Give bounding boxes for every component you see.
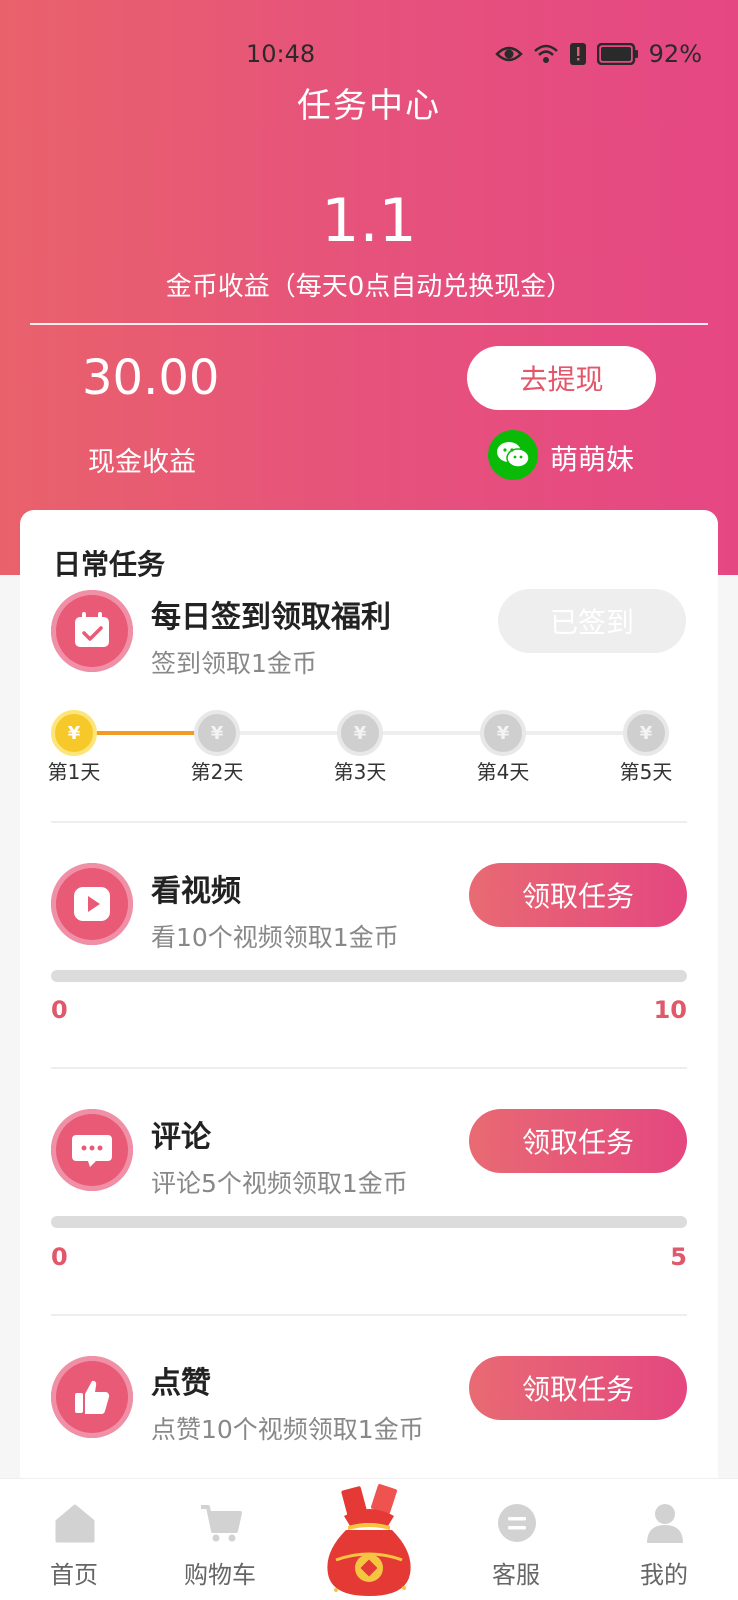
comment-task-desc: 评论5个视频领取1金币: [151, 1169, 408, 1198]
play-icon: [51, 863, 133, 945]
status-bar: 10:48 92%: [0, 36, 738, 72]
tab-cart[interactable]: 购物车: [160, 1479, 280, 1600]
wifi-icon: [533, 44, 558, 63]
comment-claim-button[interactable]: 领取任务: [469, 1109, 687, 1173]
thumbs-up-icon: [51, 1356, 133, 1438]
coin-icon-day-1: ¥: [51, 710, 97, 756]
page-title: 任务中心: [297, 86, 441, 126]
user-icon: [647, 1504, 683, 1543]
calendar-icon: [51, 590, 133, 672]
daily-tasks-card: 日常任务 每日签到领取福利 签到领取1金币 已签到 ¥ ¥ ¥ ¥ ¥ 第1天 …: [20, 510, 718, 1510]
separator: [51, 821, 687, 823]
cash-earnings-value: 30.00: [82, 350, 220, 406]
tab-customer-service[interactable]: 客服: [456, 1479, 576, 1600]
video-task-title: 看视频: [151, 874, 241, 909]
day-label-2: 第2天: [190, 760, 244, 784]
alert-icon: [569, 43, 586, 65]
wechat-icon: [488, 430, 538, 480]
day-label-3: 第3天: [333, 760, 387, 784]
like-task-title: 点赞: [151, 1366, 211, 1401]
coin-earnings-caption: 金币收益（每天0点自动兑换现金）: [165, 272, 573, 302]
tab-customer-service-label: 客服: [492, 1561, 540, 1589]
day-label-4: 第4天: [476, 760, 530, 784]
comment-progress-min: 0: [51, 1243, 68, 1271]
coin-icon-day-3: ¥: [337, 710, 383, 756]
red-envelope-bag-icon[interactable]: [314, 1482, 424, 1600]
checkin-title: 每日签到领取福利: [151, 600, 391, 635]
like-claim-button[interactable]: 领取任务: [469, 1356, 687, 1420]
tab-profile[interactable]: 我的: [604, 1479, 724, 1600]
tab-profile-label: 我的: [640, 1561, 688, 1589]
day-label-5: 第5天: [619, 760, 673, 784]
section-title: 日常任务: [53, 548, 166, 581]
withdraw-button[interactable]: 去提现: [467, 346, 656, 410]
battery-icon: [596, 43, 638, 65]
day-label-1: 第1天: [47, 760, 101, 784]
earnings-divider: [30, 323, 708, 325]
checked-in-button[interactable]: 已签到: [498, 589, 686, 653]
checkin-desc: 签到领取1金币: [151, 649, 317, 678]
comment-task-title: 评论: [151, 1120, 211, 1155]
cart-icon: [201, 1505, 242, 1542]
video-progress-max: 10: [653, 996, 687, 1024]
comment-progress-bar: [51, 1216, 687, 1228]
tab-home-label: 首页: [50, 1561, 98, 1589]
status-icons: 92%: [494, 40, 702, 68]
coin-icon-day-5: ¥: [623, 710, 669, 756]
separator: [51, 1314, 687, 1316]
tab-cart-label: 购物车: [184, 1561, 256, 1589]
separator: [51, 1067, 687, 1069]
cash-earnings-label: 现金收益: [88, 447, 196, 478]
eye-icon: [494, 46, 523, 62]
wechat-nickname: 萌萌妹: [550, 443, 635, 476]
video-progress-bar: [51, 970, 687, 982]
coin-icon-day-2: ¥: [194, 710, 240, 756]
status-time: 10:48: [246, 40, 316, 68]
comment-progress-max: 5: [670, 1243, 687, 1271]
tab-home[interactable]: 首页: [14, 1479, 134, 1600]
coin-earnings-value: 1.1: [321, 186, 417, 256]
coin-icon-day-4: ¥: [480, 710, 526, 756]
customer-service-icon: [498, 1504, 536, 1542]
video-claim-button[interactable]: 领取任务: [469, 863, 687, 927]
like-task-desc: 点赞10个视频领取1金币: [151, 1415, 424, 1444]
comment-icon: [51, 1109, 133, 1191]
home-icon: [55, 1504, 95, 1543]
battery-percent: 92%: [648, 40, 702, 68]
video-task-desc: 看10个视频领取1金币: [151, 923, 399, 952]
video-progress-min: 0: [51, 996, 68, 1024]
